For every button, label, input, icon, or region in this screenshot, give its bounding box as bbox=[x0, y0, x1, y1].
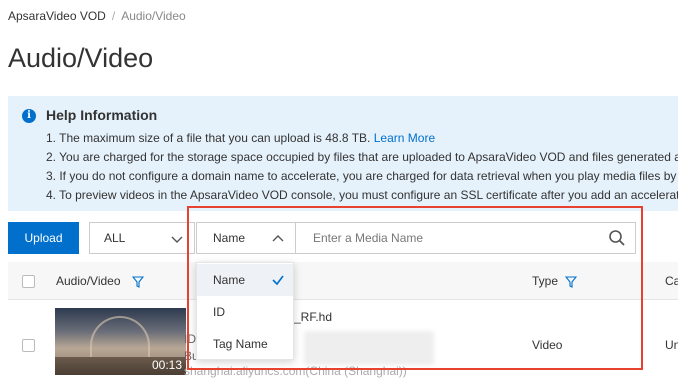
dropdown-option-tag-name[interactable]: Tag Name bbox=[197, 328, 293, 360]
table-header: Audio/Video Type Ca bbox=[8, 262, 678, 300]
filter-icon[interactable] bbox=[565, 276, 577, 288]
upload-button[interactable]: Upload bbox=[8, 222, 79, 254]
media-name[interactable]: _RF.hd bbox=[294, 310, 332, 324]
help-list: 1. The maximum size of a file that you c… bbox=[46, 129, 678, 205]
search-field-dropdown: Name ID Tag Name bbox=[196, 262, 294, 360]
page-title: Audio/Video bbox=[8, 43, 154, 73]
breadcrumb-separator: / bbox=[111, 9, 116, 23]
chevron-down-icon bbox=[171, 236, 183, 243]
media-type: Video bbox=[532, 338, 563, 352]
media-id-label: ID bbox=[184, 332, 196, 346]
redacted-info bbox=[304, 331, 434, 365]
row-checkbox[interactable] bbox=[22, 339, 35, 352]
breadcrumb: ApsaraVideo VOD / Audio/Video bbox=[8, 9, 186, 23]
check-icon bbox=[272, 275, 284, 286]
help-line-1: 1. The maximum size of a file that you c… bbox=[46, 131, 436, 145]
search-input[interactable] bbox=[296, 223, 596, 253]
dropdown-option-name[interactable]: Name bbox=[197, 264, 293, 296]
breadcrumb-current: Audio/Video bbox=[121, 9, 186, 23]
video-duration: 00:13 bbox=[151, 358, 182, 372]
select-all-checkbox[interactable] bbox=[22, 275, 35, 288]
search-field-select[interactable]: Name bbox=[196, 222, 296, 254]
chevron-up-icon bbox=[272, 235, 284, 242]
help-line-2: 2. You are charged for the storage space… bbox=[46, 150, 678, 164]
media-category: Un bbox=[665, 338, 678, 352]
help-information-panel: i Help Information 1. The maximum size o… bbox=[8, 96, 678, 211]
info-icon: i bbox=[22, 109, 36, 123]
column-header-truncated: Ca bbox=[665, 274, 678, 288]
search-icon[interactable] bbox=[608, 229, 626, 247]
media-region: shanghai.aliyuncs.com(China (Shanghai)) bbox=[184, 364, 407, 378]
table-row: 00:13 _RF.hd ID Bu shanghai.aliyuncs.com… bbox=[8, 301, 678, 386]
help-line-3: 3. If you do not configure a domain name… bbox=[46, 169, 677, 183]
video-thumbnail[interactable]: 00:13 bbox=[55, 308, 186, 375]
status-filter-select[interactable]: ALL bbox=[89, 222, 195, 254]
breadcrumb-root[interactable]: ApsaraVideo VOD bbox=[8, 9, 106, 23]
dropdown-option-id[interactable]: ID bbox=[197, 296, 293, 328]
search-field-value: Name bbox=[213, 231, 246, 245]
help-line-4: 4. To preview videos in the ApsaraVideo … bbox=[46, 188, 678, 202]
column-header-audio-video: Audio/Video bbox=[56, 274, 121, 288]
search-box bbox=[295, 222, 636, 254]
filter-icon[interactable] bbox=[132, 276, 144, 288]
column-header-type: Type bbox=[532, 274, 559, 288]
help-title: Help Information bbox=[46, 107, 158, 123]
learn-more-link[interactable]: Learn More bbox=[374, 131, 435, 145]
status-filter-value: ALL bbox=[104, 231, 126, 245]
